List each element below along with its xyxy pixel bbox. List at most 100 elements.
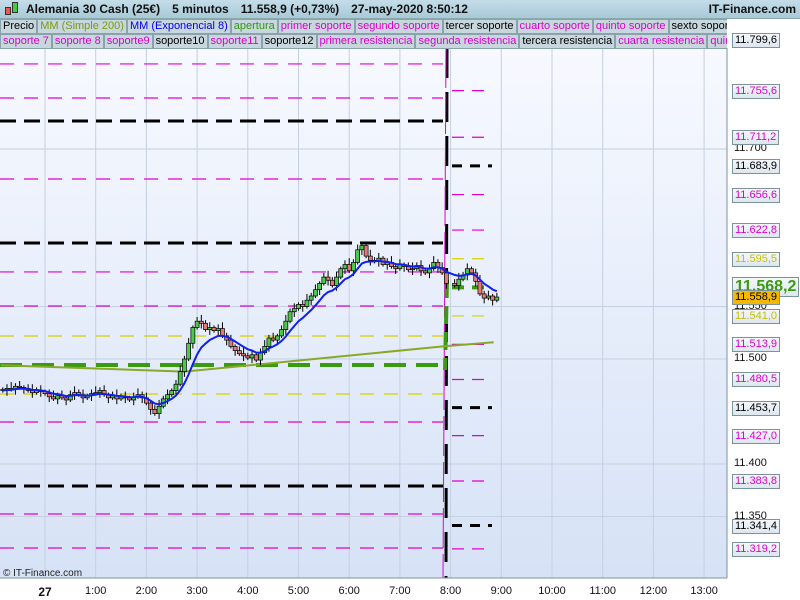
x-tick-label: 1:00 [84,585,107,597]
candle-body [232,346,238,351]
candle-body [177,371,183,385]
level-price-label: 11.513,9 [732,337,781,353]
candle-body [342,264,348,270]
candle-body [367,255,373,261]
candle-body [334,276,339,286]
candle-body [190,327,196,344]
datetime: 27-may-2020 8:50:12 [351,2,468,16]
copyright: © IT-Finance.com [3,568,83,579]
level-price-label: 11.480,5 [732,372,781,388]
legend-item[interactable]: quinto soporte [592,19,669,34]
candle-body [51,396,56,400]
legend-row-1: Precio MM (Simple 200) MM (Exponencial 8) a… [0,19,727,34]
legend-item[interactable]: soporte10 [152,34,208,49]
candle-body [363,245,369,257]
candle-body [338,268,344,278]
candle-body [186,342,192,360]
legend-item[interactable]: segundo soporte [354,19,443,34]
level-price-label: 11.595,5 [732,251,781,267]
legend-item[interactable]: soporte 7 [0,34,52,49]
candle-body [220,328,225,337]
timeframe: 5 minutos [172,2,229,16]
candle-body [444,272,449,284]
candle-body [258,352,263,361]
x-tick-label: 5:00 [287,585,310,597]
candle-body [325,276,331,281]
price-change: 11.558,9 (+0,73%) [240,2,340,16]
candle-body [148,402,153,410]
candle-body [237,350,242,355]
x-tick-label: 3:00 [186,585,208,597]
x-tick-label: 13:00 [690,585,718,597]
legend-item[interactable]: primer soporte [277,19,355,34]
candle-body [296,304,301,309]
candle-body [245,355,251,359]
level-price-label: 11.383,8 [732,474,781,489]
legend-item[interactable]: MM (Exponencial 8) [126,19,231,34]
candle-body [308,295,314,301]
legend-item[interactable]: soporte12 [261,34,317,49]
legend-item[interactable]: quinta resistencia [707,34,727,49]
candle-body [291,308,297,313]
legend-item[interactable]: sexto soporte [668,19,727,34]
candle-body [156,405,162,414]
level-price-label: 11.541,0 [732,308,781,324]
candle-body [481,293,487,299]
candle-body [486,295,491,299]
candle-body [152,409,158,414]
x-tick-label: 10:00 [538,585,566,597]
legend-item[interactable]: apertura [230,19,278,34]
plot-area [0,48,727,578]
level-price-label: 11.755,6 [732,83,781,99]
x-tick-label: 12:00 [639,585,668,597]
level-price-label: 11.453,7 [732,400,781,416]
legend-item[interactable]: soporte 8 [51,34,104,49]
candle-body [275,335,280,341]
candle-body [452,283,457,286]
legend-item[interactable]: segunda resistencia [415,34,520,49]
candle-body [46,393,52,398]
legend-item[interactable]: cuarta resistencia [615,34,708,49]
x-tick-label: 9:00 [490,585,513,597]
x-tick-label: 7:00 [389,585,411,597]
candle-body [211,327,217,331]
candle-body [359,245,365,251]
price-chart [0,47,728,579]
candle-body [194,320,200,328]
candle-body [490,295,495,301]
candle-body [477,280,483,295]
title-bar: Alemania 30 Cash (25€) 5 minutos 11.558,… [0,0,800,19]
legend-item[interactable]: soporte9 [103,34,153,49]
candle-body [17,385,23,388]
x-tick-label: 4:00 [237,585,259,597]
candle-body [456,278,462,286]
candle-body [169,390,175,396]
x-tick-label: 6:00 [338,585,360,597]
candle-body [270,337,276,341]
legend-item[interactable]: tercer soporte [442,19,517,34]
candle-body [351,262,356,272]
candle-body [287,311,293,322]
x-tick-label: 2:00 [135,585,158,597]
candle-body [228,339,234,347]
candle-body [494,296,500,301]
level-price-label: 11.319,2 [732,541,781,557]
candle-body [55,395,61,400]
candle-body [207,327,213,330]
y-tick-label: 11.400 [734,457,767,469]
level-price-label: 11.683,9 [732,158,781,174]
brand: IT-Finance.com [708,2,796,16]
candle-body [321,276,327,284]
legend-item[interactable]: soporte11 [207,34,262,49]
candle-body [173,383,179,391]
legend-item[interactable]: cuarto soporte [516,19,593,34]
legend-item[interactable]: Precio [0,19,38,34]
legend-item[interactable]: primera resistencia [316,34,416,49]
candle-body [300,304,306,307]
legend-item[interactable]: tercera resistencia [519,34,616,49]
legend-item[interactable]: MM (Simple 200) [37,19,127,34]
candle-body [182,358,187,372]
candle-body [241,353,246,357]
level-price-label: 11.656,6 [732,187,781,203]
candle-body [63,397,69,401]
